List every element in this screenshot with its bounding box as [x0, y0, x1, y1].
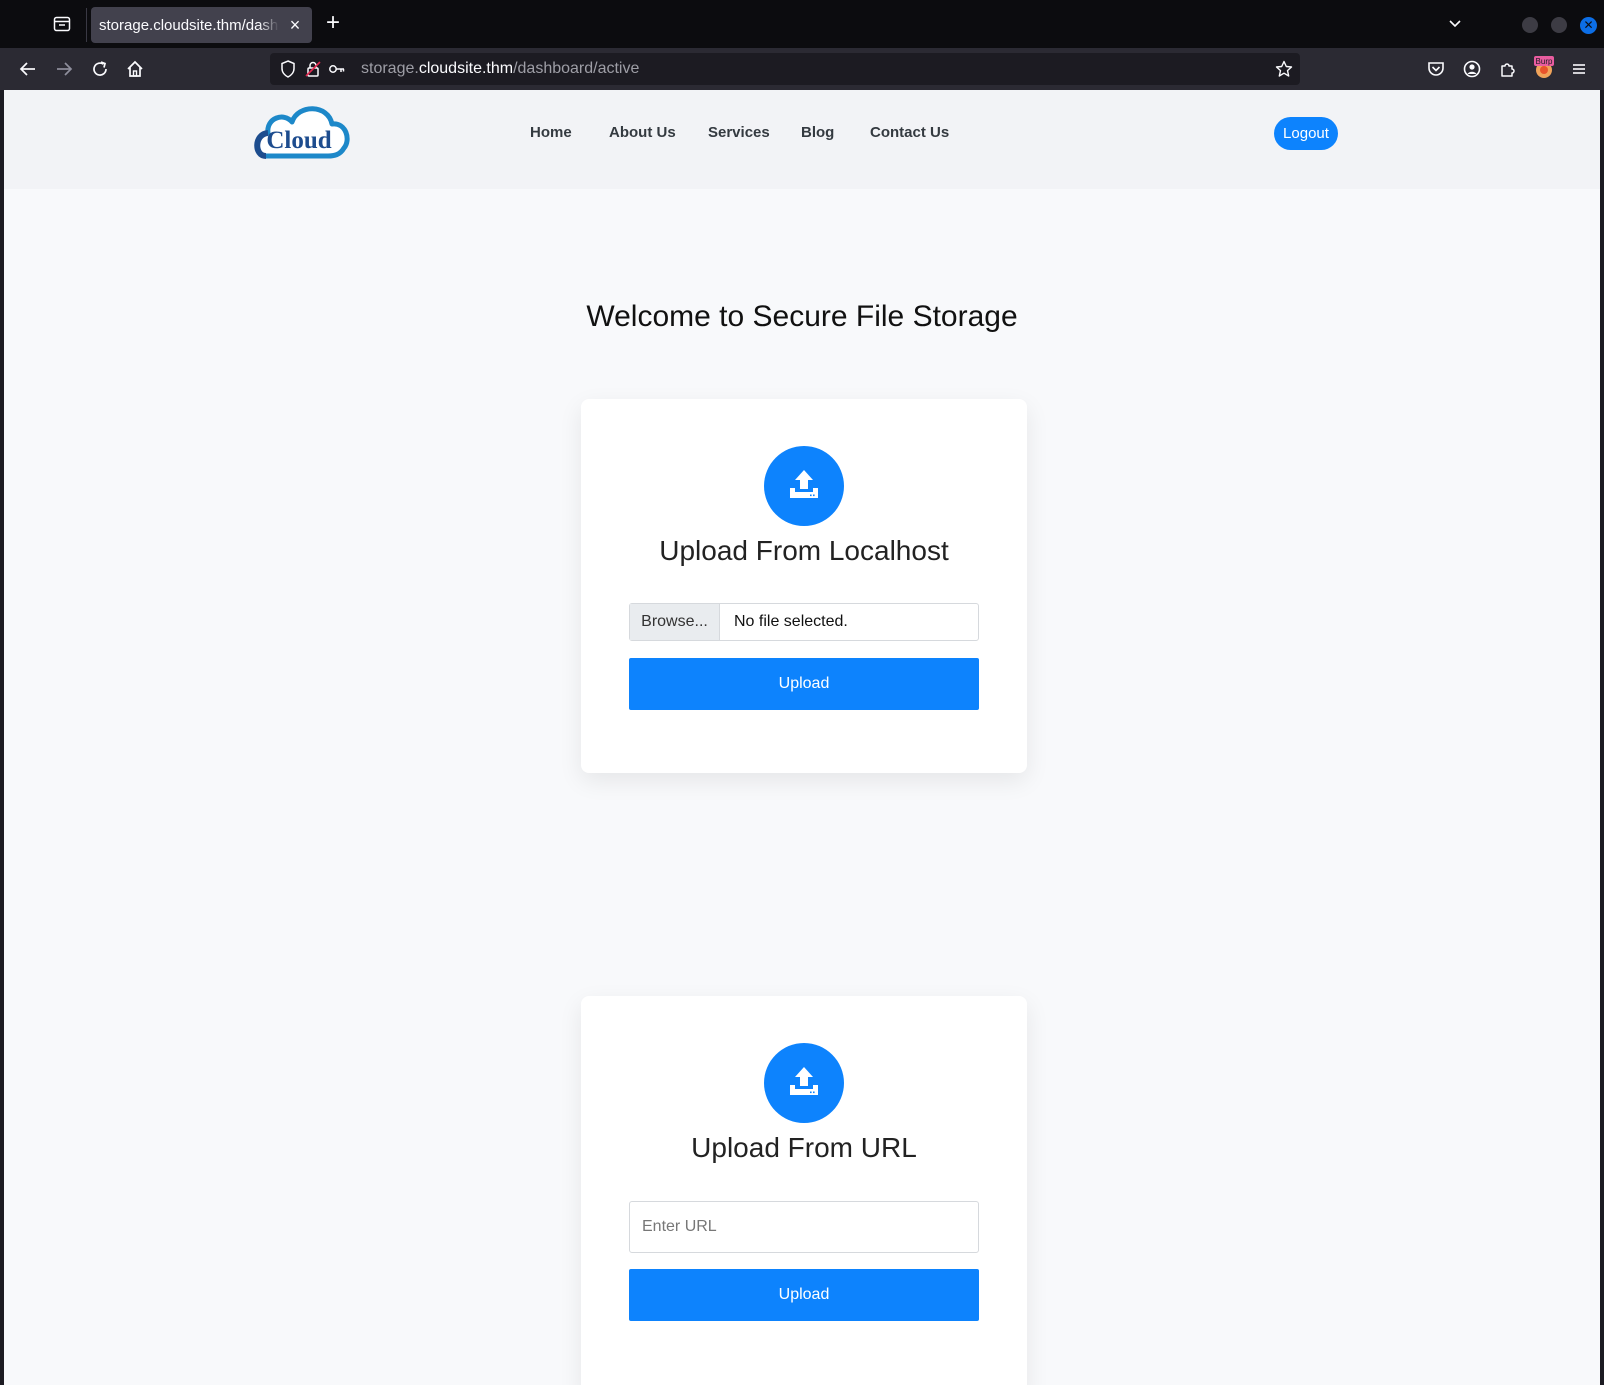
menu-hamburger-icon[interactable] — [1568, 58, 1590, 80]
new-tab-button[interactable]: + — [321, 11, 345, 36]
browser-window: storage.cloudsite.thm/dashboard/active ×… — [0, 0, 1604, 1385]
firefox-view-icon[interactable] — [52, 14, 72, 34]
nav-home[interactable]: Home — [530, 124, 572, 141]
reload-icon[interactable] — [89, 58, 111, 80]
url-text: storage.cloudsite.thm/dashboard/active — [361, 60, 639, 78]
home-icon[interactable] — [124, 58, 146, 80]
nav-contact-us[interactable]: Contact Us — [870, 124, 949, 141]
nav-services[interactable]: Services — [708, 124, 770, 141]
site-header: Cloud Home About Us Services Blog Contac… — [4, 90, 1600, 189]
upload-icon — [764, 446, 844, 526]
window-close-button[interactable]: ✕ — [1580, 17, 1597, 34]
browse-button[interactable]: Browse... — [630, 604, 720, 640]
tab-strip: storage.cloudsite.thm/dashboard/active ×… — [0, 0, 1604, 48]
burp-extension-icon[interactable]: Burp — [1532, 55, 1556, 81]
account-icon[interactable] — [1461, 58, 1483, 80]
bookmark-star-icon[interactable] — [1274, 59, 1294, 84]
maximize-button[interactable] — [1551, 17, 1567, 33]
logout-button[interactable]: Logout — [1274, 117, 1338, 150]
forward-arrow-icon[interactable] — [53, 58, 75, 80]
url-upload-title: Upload From URL — [691, 1132, 917, 1163]
local-upload-card: Upload From Localhost Browse... No file … — [581, 399, 1027, 773]
minimize-button[interactable] — [1522, 17, 1538, 33]
navigation-toolbar: storage.cloudsite.thm/dashboard/active B… — [0, 48, 1604, 90]
url-host: cloudsite.thm — [418, 60, 514, 77]
file-status-text: No file selected. — [734, 613, 848, 630]
tab-close-icon[interactable]: × — [285, 15, 305, 35]
pocket-icon[interactable] — [1425, 58, 1447, 80]
page-title: Welcome to Secure File Storage — [586, 300, 1018, 333]
page-viewport: Cloud Home About Us Services Blog Contac… — [4, 90, 1600, 1385]
tab-active[interactable]: storage.cloudsite.thm/dashboard/active × — [91, 7, 312, 43]
file-input[interactable]: Browse... No file selected. — [629, 603, 979, 641]
burp-badge-text: Burp — [1536, 57, 1553, 66]
tab-separator — [86, 8, 87, 42]
url-upload-card: Upload From URL Upload — [581, 996, 1027, 1385]
back-arrow-icon[interactable] — [17, 58, 39, 80]
cloud-logo[interactable]: Cloud — [252, 100, 352, 162]
url-upload-button[interactable]: Upload — [629, 1269, 979, 1321]
tracking-protection-shield-icon[interactable] — [278, 59, 298, 84]
url-host-prefix: storage. — [361, 60, 419, 77]
list-all-tabs-icon[interactable] — [1447, 16, 1463, 32]
insecure-lock-icon[interactable] — [303, 59, 323, 84]
local-upload-button[interactable]: Upload — [629, 658, 979, 710]
nav-about-us[interactable]: About Us — [609, 124, 676, 141]
tab-title: storage.cloudsite.thm/dashboard/active — [99, 17, 279, 34]
extensions-puzzle-icon[interactable] — [1497, 58, 1519, 80]
key-icon[interactable] — [327, 59, 347, 84]
logo-text: Cloud — [266, 127, 331, 154]
url-input[interactable] — [629, 1201, 979, 1253]
url-path: /dashboard/active — [513, 60, 640, 77]
url-bar[interactable]: storage.cloudsite.thm/dashboard/active — [270, 53, 1300, 85]
upload-icon — [764, 1043, 844, 1123]
nav-blog[interactable]: Blog — [801, 124, 834, 141]
local-upload-title: Upload From Localhost — [659, 535, 949, 566]
window-right-edge — [1600, 90, 1604, 1385]
